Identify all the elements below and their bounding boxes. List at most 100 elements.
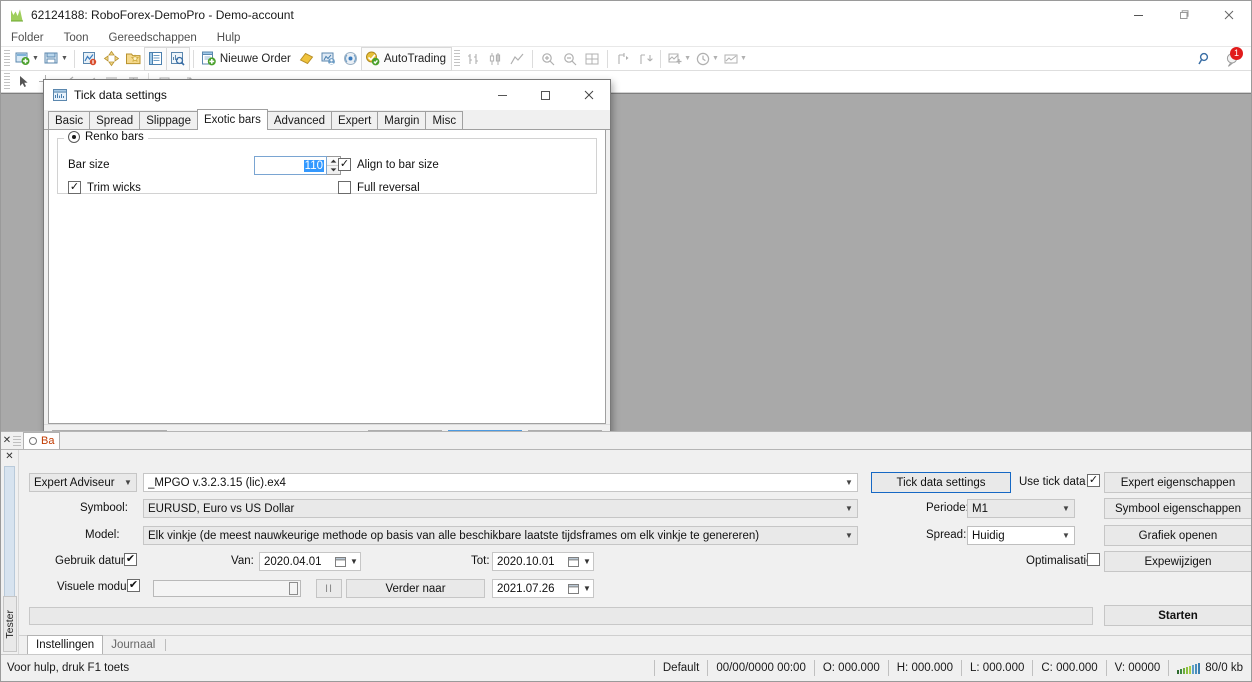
use-date-checkbox[interactable]: ✔ bbox=[124, 553, 137, 566]
chevron-down-icon[interactable]: ▼ bbox=[841, 504, 857, 513]
model-combo[interactable]: Elk vinkje (de meest nauwkeurige methode… bbox=[143, 526, 858, 545]
full-reversal-row[interactable]: Full reversal bbox=[338, 181, 420, 194]
trim-wicks-row[interactable]: ✓ Trim wicks bbox=[68, 181, 141, 194]
toolbar-grip-2[interactable] bbox=[454, 49, 461, 68]
status-profile[interactable]: Default bbox=[653, 660, 707, 676]
menu-hulp[interactable]: Hulp bbox=[207, 31, 251, 45]
chevron-down-icon[interactable]: ▼ bbox=[684, 55, 691, 62]
zoom-in-button[interactable] bbox=[537, 48, 559, 70]
tester-close-icon[interactable]: ✕ bbox=[1, 450, 18, 464]
market-watch-button[interactable] bbox=[79, 48, 101, 70]
indicators-button[interactable]: ▼ bbox=[665, 48, 693, 70]
chevron-down-icon[interactable]: ▼ bbox=[841, 478, 857, 487]
tab-exotic-bars[interactable]: Exotic bars bbox=[196, 109, 268, 130]
visual-mode-speed-slider[interactable] bbox=[153, 580, 301, 597]
spread-combo[interactable]: Huidig ▼ bbox=[967, 526, 1075, 545]
search-icon[interactable] bbox=[1197, 51, 1213, 67]
terminal-grip[interactable] bbox=[13, 435, 21, 446]
autotrading-button[interactable]: AutoTrading bbox=[360, 46, 453, 71]
chevron-down-icon[interactable]: ▼ bbox=[32, 55, 39, 62]
chevron-down-icon[interactable]: ▼ bbox=[120, 478, 136, 487]
bar-size-input[interactable]: 110 bbox=[254, 156, 327, 175]
expert-properties-button[interactable]: Expert eigenschappen bbox=[1104, 472, 1251, 493]
chevron-down-icon[interactable]: ▼ bbox=[1058, 531, 1074, 540]
use-tick-data-checkbox[interactable]: ✓ bbox=[1087, 474, 1100, 487]
tab-misc[interactable]: Misc bbox=[425, 111, 464, 129]
expert-file-combo[interactable]: _MPGO v.3.2.3.15 (lic).ex4 ▼ bbox=[143, 473, 858, 492]
status-traffic[interactable]: 80/0 kb bbox=[1168, 660, 1251, 676]
menu-gereedschappen[interactable]: Gereedschappen bbox=[99, 31, 207, 45]
skip-to-date-input[interactable]: 2021.07.26 ▼ bbox=[492, 579, 594, 598]
drawing-toolbar-grip[interactable] bbox=[4, 72, 10, 91]
tab-expert[interactable]: Expert bbox=[331, 111, 379, 129]
chevron-down-icon[interactable]: ▼ bbox=[61, 55, 68, 62]
trim-wicks-checkbox[interactable]: ✓ bbox=[68, 181, 81, 194]
align-to-bar-size-row[interactable]: ✓ Align to bar size bbox=[338, 158, 439, 171]
tab-slippage[interactable]: Slippage bbox=[139, 111, 198, 129]
candlestick-chart-button[interactable] bbox=[484, 48, 506, 70]
menu-folder[interactable]: Folder bbox=[1, 31, 54, 45]
maximize-restore-button[interactable] bbox=[1161, 1, 1206, 29]
dialog-maximize-button[interactable] bbox=[524, 81, 567, 110]
auto-scroll-button[interactable] bbox=[612, 48, 634, 70]
signals-button[interactable] bbox=[340, 48, 362, 70]
chevron-down-icon[interactable]: ▼ bbox=[1058, 504, 1074, 513]
alerts-button[interactable]: 1 bbox=[1223, 46, 1243, 68]
open-chart-button[interactable]: Grafiek openen bbox=[1104, 525, 1251, 546]
calendar-icon[interactable] bbox=[566, 555, 581, 568]
visual-mode-checkbox[interactable]: ✔ bbox=[127, 579, 140, 592]
calendar-icon[interactable] bbox=[566, 582, 581, 595]
skip-to-button[interactable]: Verder naar bbox=[346, 579, 485, 598]
from-date-input[interactable]: 2020.04.01 ▼ bbox=[259, 552, 361, 571]
chart-shift-button[interactable] bbox=[634, 48, 656, 70]
mql5-community-button[interactable] bbox=[318, 48, 340, 70]
terminal-tab-balance[interactable]: Ba bbox=[23, 432, 61, 449]
cursor-tool-button[interactable] bbox=[12, 71, 34, 93]
tab-basic[interactable]: Basic bbox=[48, 111, 91, 129]
chart-grid-button[interactable] bbox=[581, 48, 603, 70]
metaeditor-button[interactable] bbox=[296, 48, 318, 70]
tab-margin[interactable]: Margin bbox=[377, 111, 427, 129]
new-chart-button[interactable]: ▼ bbox=[12, 48, 41, 70]
full-reversal-checkbox[interactable] bbox=[338, 181, 351, 194]
pause-button[interactable]: II bbox=[316, 579, 342, 598]
tick-data-settings-button[interactable]: Tick data settings bbox=[871, 472, 1011, 493]
bar-chart-button[interactable] bbox=[462, 48, 484, 70]
chevron-down-icon[interactable]: ▼ bbox=[841, 531, 857, 540]
period-combo[interactable]: M1 ▼ bbox=[967, 499, 1075, 518]
new-order-button[interactable]: Nieuwe Order bbox=[198, 48, 296, 70]
timeframes-button[interactable]: ▼ bbox=[693, 48, 721, 70]
tester-vertical-tab[interactable]: Tester bbox=[3, 596, 17, 652]
modify-expert-button[interactable]: Expewijzigen bbox=[1104, 551, 1251, 572]
line-chart-button[interactable] bbox=[506, 48, 528, 70]
chevron-down-icon[interactable]: ▼ bbox=[740, 55, 747, 62]
chevron-down-icon[interactable]: ▼ bbox=[581, 584, 593, 593]
expert-type-combo[interactable]: Expert Adviseur ▼ bbox=[29, 473, 137, 492]
to-date-input[interactable]: 2020.10.01 ▼ bbox=[492, 552, 594, 571]
tab-spread[interactable]: Spread bbox=[89, 111, 141, 129]
tab-advanced[interactable]: Advanced bbox=[266, 111, 333, 129]
data-window-button[interactable] bbox=[101, 48, 123, 70]
dialog-close-button[interactable] bbox=[567, 81, 610, 110]
minimize-button[interactable] bbox=[1116, 1, 1161, 29]
terminal-close-icon[interactable]: ✕ bbox=[1, 432, 13, 450]
zoom-out-button[interactable] bbox=[559, 48, 581, 70]
tab-journaal[interactable]: Journaal bbox=[103, 636, 163, 654]
terminal-button[interactable] bbox=[143, 46, 168, 71]
start-button[interactable]: Starten bbox=[1104, 605, 1251, 626]
renko-bars-option[interactable]: Renko bars bbox=[64, 131, 148, 143]
tab-instellingen[interactable]: Instellingen bbox=[27, 635, 104, 654]
menu-toon[interactable]: Toon bbox=[54, 31, 99, 45]
optimization-checkbox[interactable] bbox=[1087, 553, 1100, 566]
profiles-button[interactable]: ▼ bbox=[41, 48, 70, 70]
chevron-down-icon[interactable]: ▼ bbox=[581, 557, 593, 566]
navigator-button[interactable] bbox=[123, 48, 145, 70]
chevron-down-icon[interactable]: ▼ bbox=[712, 55, 719, 62]
symbol-properties-button[interactable]: Symbool eigenschappen bbox=[1104, 498, 1251, 519]
renko-bars-radio[interactable] bbox=[68, 131, 80, 143]
chevron-down-icon[interactable]: ▼ bbox=[348, 557, 360, 566]
align-to-bar-size-checkbox[interactable]: ✓ bbox=[338, 158, 351, 171]
toolbar-grip[interactable] bbox=[4, 49, 10, 68]
calendar-icon[interactable] bbox=[333, 555, 348, 568]
symbol-combo[interactable]: EURUSD, Euro vs US Dollar ▼ bbox=[143, 499, 858, 518]
